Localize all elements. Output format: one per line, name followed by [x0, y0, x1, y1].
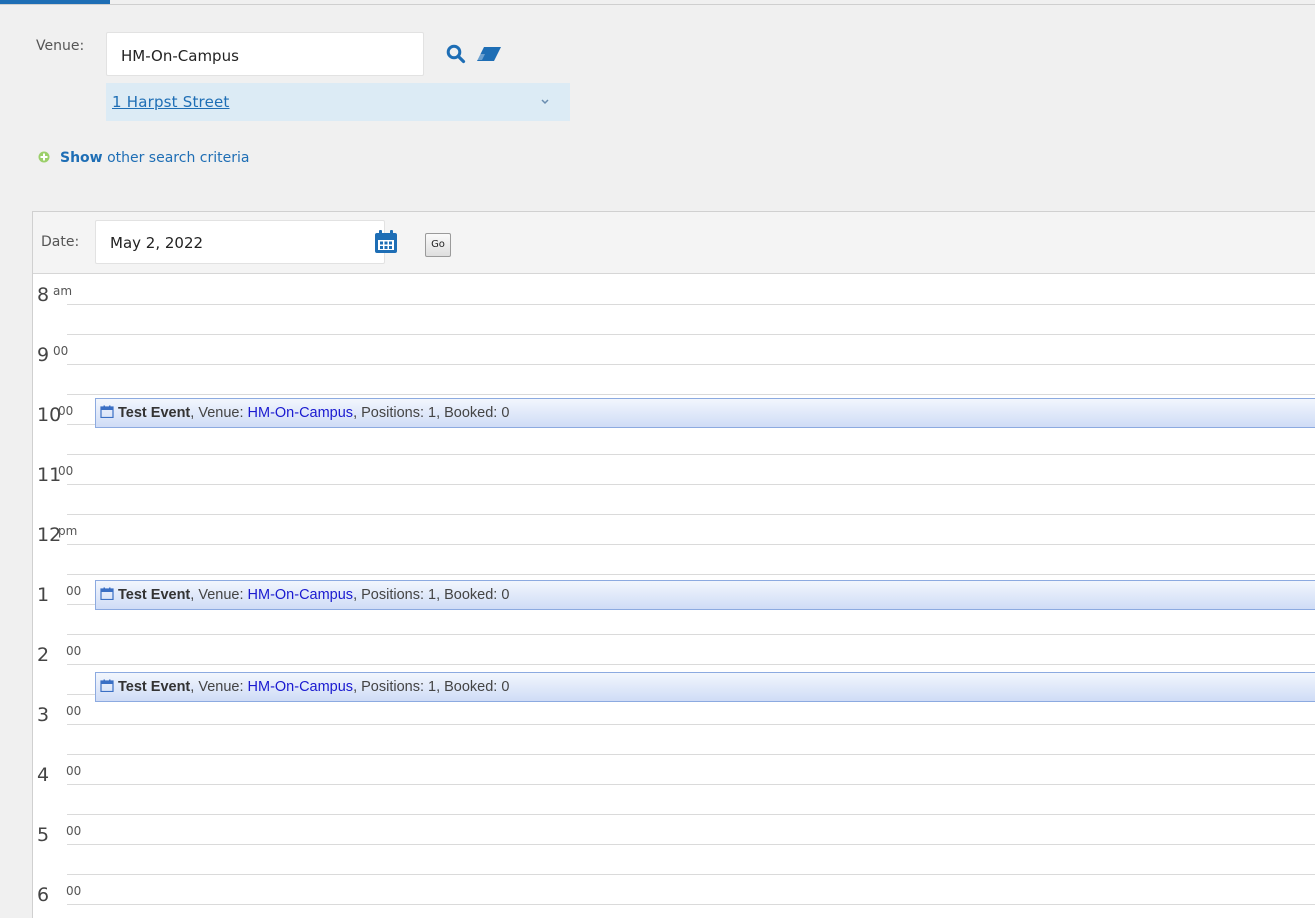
calendar-event-icon	[100, 679, 114, 692]
event-details: , Positions: 1, Booked: 0	[353, 587, 510, 603]
event-title: Test Event	[118, 405, 191, 421]
event-title: Test Event	[118, 679, 191, 695]
date-toolbar: Date: May 2, 2022 Go	[33, 212, 1315, 274]
hour-row-5: 5 00	[33, 814, 1315, 875]
event-venue-prefix: , Venue:	[190, 679, 248, 695]
chevron-down-icon	[541, 99, 549, 105]
hour-suffix: 00	[66, 584, 82, 598]
hour-label: 9	[37, 344, 50, 366]
date-label: Date:	[41, 234, 80, 250]
venue-address-dropdown[interactable]: 1 Harpst Street	[106, 83, 570, 121]
show-criteria-label: other search criteria	[107, 150, 250, 166]
hour-suffix: 00	[58, 404, 74, 418]
hour-row-12pm: 12 pm	[33, 514, 1315, 575]
venue-address-link[interactable]: 1 Harpst Street	[112, 93, 230, 111]
hour-suffix: 00	[66, 704, 82, 718]
hour-suffix: 00	[58, 464, 74, 478]
hour-row-3: 3 00	[33, 694, 1315, 755]
hour-label: 6	[37, 884, 50, 906]
date-input[interactable]: May 2, 2022	[95, 220, 385, 264]
go-button[interactable]: Go	[425, 233, 451, 257]
half-hour-line	[67, 664, 1315, 665]
hour-label: 3	[37, 704, 50, 726]
hour-suffix: am	[53, 284, 73, 298]
top-divider	[0, 0, 1315, 5]
half-hour-line	[67, 784, 1315, 785]
show-other-criteria-link[interactable]: Show other search criteria	[38, 150, 249, 166]
active-tab-indicator	[0, 0, 110, 4]
hour-suffix: 00	[66, 644, 82, 658]
venue-input[interactable]: HM-On-Campus	[106, 32, 424, 76]
event-venue-prefix: , Venue:	[190, 405, 248, 421]
hour-label: 4	[37, 764, 50, 786]
event-venue-prefix: , Venue:	[190, 587, 248, 603]
half-hour-line	[67, 844, 1315, 845]
plus-icon	[38, 151, 50, 163]
event-details: , Positions: 1, Booked: 0	[353, 679, 510, 695]
event-venue-link[interactable]: HM-On-Campus	[248, 405, 354, 421]
half-hour-line	[67, 724, 1315, 725]
half-hour-line	[67, 304, 1315, 305]
event-block[interactable]: Test Event, Venue: HM-On-Campus, Positio…	[95, 580, 1315, 610]
event-venue-link[interactable]: HM-On-Campus	[248, 679, 354, 695]
event-venue-link[interactable]: HM-On-Campus	[248, 587, 354, 603]
venue-label: Venue:	[36, 38, 85, 54]
event-block[interactable]: Test Event, Venue: HM-On-Campus, Positio…	[95, 672, 1315, 702]
search-icon[interactable]	[446, 44, 466, 64]
calendar-event-icon	[100, 587, 114, 600]
hour-row-9: 9 00	[33, 334, 1315, 395]
half-hour-line	[67, 904, 1315, 905]
half-hour-line	[67, 484, 1315, 485]
calendar-icon[interactable]	[373, 229, 399, 255]
hour-label: 5	[37, 824, 50, 846]
event-title: Test Event	[118, 587, 191, 603]
event-block[interactable]: Test Event, Venue: HM-On-Campus, Positio…	[95, 398, 1315, 428]
half-hour-line	[67, 364, 1315, 365]
event-details: , Positions: 1, Booked: 0	[353, 405, 510, 421]
hour-suffix: 00	[66, 824, 82, 838]
eraser-icon[interactable]	[476, 46, 502, 62]
hour-row-11: 11 00	[33, 454, 1315, 515]
hour-row-8am: 8 am	[33, 274, 1315, 335]
hour-label: 1	[37, 584, 50, 606]
calendar-event-icon	[100, 405, 114, 418]
day-calendar: Date: May 2, 2022 Go 8 am 9 00 10 00 11 …	[32, 211, 1315, 918]
hour-suffix: 00	[53, 344, 69, 358]
hour-label: 8	[37, 284, 50, 306]
hour-suffix: pm	[58, 524, 78, 538]
hour-row-4: 4 00	[33, 754, 1315, 815]
hour-row-6: 6 00	[33, 874, 1315, 918]
hour-label: 2	[37, 644, 50, 666]
half-hour-line	[67, 544, 1315, 545]
show-label: Show	[60, 150, 103, 166]
hour-suffix: 00	[66, 764, 82, 778]
hour-suffix: 00	[66, 884, 82, 898]
